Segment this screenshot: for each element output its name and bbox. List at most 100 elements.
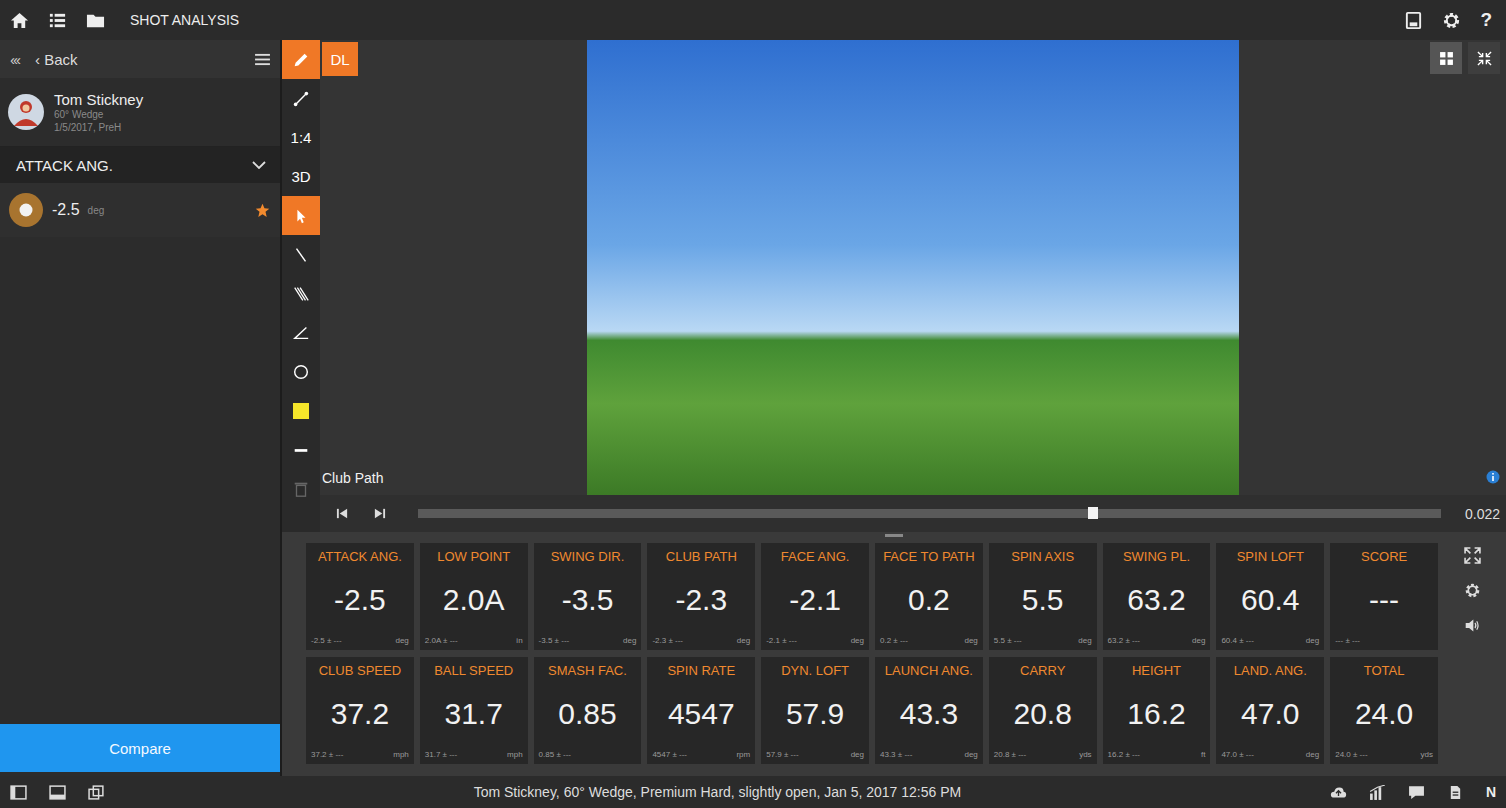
tool-button[interactable]	[282, 274, 320, 313]
resize-grip[interactable]	[885, 534, 903, 537]
menu-icon[interactable]	[255, 53, 270, 66]
tool-button[interactable]	[282, 313, 320, 352]
metric-tile[interactable]: SWING DIR.-3.5-3.5 ± ---deg	[534, 543, 642, 650]
tool-button[interactable]	[282, 391, 320, 430]
page-title: SHOT ANALYSIS	[130, 12, 239, 28]
metric-value: 57.9	[766, 678, 864, 750]
comment-icon[interactable]	[1408, 785, 1425, 800]
pencil-icon	[292, 51, 310, 69]
section-label: ATTACK ANG.	[16, 157, 113, 174]
tool-button[interactable]	[282, 469, 320, 508]
dl-button[interactable]: DL	[322, 42, 358, 76]
home-icon[interactable]	[10, 11, 29, 30]
metric-unit: deg	[851, 636, 864, 645]
metric-tile[interactable]: SMASH FAC.0.850.85 ± ---	[534, 657, 642, 764]
parallel-lines-icon	[292, 285, 310, 303]
panel-toggle-icon[interactable]	[49, 785, 66, 800]
metric-tile[interactable]: CLUB PATH-2.3-2.3 ± ---deg	[647, 543, 755, 650]
metric-tile[interactable]: SCORE------ ± ---	[1330, 543, 1438, 650]
metric-tile[interactable]: SPIN LOFT60.460.4 ± ---deg	[1216, 543, 1324, 650]
shot-unit: deg	[88, 205, 247, 216]
metric-label: TOTAL	[1335, 663, 1433, 678]
tool-label: 3D	[291, 168, 310, 185]
back-button[interactable]: ‹ Back	[35, 51, 239, 68]
shot-analysis-app: SHOT ANALYSIS? ‹‹‹ ‹ Back Tom Stickney60° W…	[0, 0, 1506, 808]
metric-value: 31.7	[425, 678, 523, 750]
tool-button[interactable]	[282, 196, 320, 235]
metric-tile[interactable]: SPIN AXIS5.55.5 ± ---deg	[989, 543, 1097, 650]
metric-value: 43.3	[880, 678, 978, 750]
metric-tile[interactable]: LAND. ANG.47.047.0 ± ---deg	[1216, 657, 1324, 764]
metric-tolerance: 47.0 ± ---	[1221, 750, 1253, 759]
info-icon[interactable]	[1486, 470, 1500, 484]
gear-icon[interactable]	[1442, 11, 1461, 30]
metric-tolerance: 31.7 ± ---	[425, 750, 457, 759]
metric-tile[interactable]: CARRY20.820.8 ± ---yds	[989, 657, 1097, 764]
metric-unit: deg	[1078, 636, 1091, 645]
folder-icon[interactable]	[86, 11, 105, 30]
metric-tile[interactable]: LOW POINT2.0A2.0A ± ---in	[420, 543, 528, 650]
grid-view-button[interactable]	[1430, 42, 1462, 74]
tool-button[interactable]: 1:4	[282, 118, 320, 157]
player-card[interactable]: Tom Stickney60° Wedge1/5/2017, PreH	[0, 78, 280, 147]
star-icon[interactable]	[255, 203, 270, 218]
metric-unit: deg	[623, 636, 636, 645]
metric-tile[interactable]: ATTACK ANG.-2.5-2.5 ± ---deg	[306, 543, 414, 650]
speaker-icon[interactable]	[1464, 617, 1481, 634]
metric-tile[interactable]: BALL SPEED31.731.7 ± ---mph	[420, 657, 528, 764]
list-icon[interactable]	[48, 11, 67, 30]
shot-item[interactable]: -2.5 deg	[0, 183, 280, 237]
tool-button[interactable]	[282, 40, 320, 79]
metric-tile[interactable]: TOTAL24.024.0 ± ---yds	[1330, 657, 1438, 764]
metric-tile[interactable]: CLUB SPEED37.237.2 ± ---mph	[306, 657, 414, 764]
metric-tile[interactable]: HEIGHT16.216.2 ± ---ft	[1103, 657, 1211, 764]
metric-grid: ATTACK ANG.-2.5-2.5 ± ---degLOW POINT2.0…	[306, 543, 1438, 768]
metric-tolerance: 5.5 ± ---	[994, 636, 1022, 645]
metric-tolerance: 4547 ± ---	[652, 750, 687, 759]
metric-unit: rpm	[736, 750, 750, 759]
notes-icon[interactable]	[1404, 11, 1423, 30]
metric-label: ATTACK ANG.	[311, 549, 409, 564]
metric-value: 5.5	[994, 564, 1092, 636]
metric-tolerance: -3.5 ± ---	[539, 636, 570, 645]
metric-tile[interactable]: LAUNCH ANG.43.343.3 ± ---deg	[875, 657, 983, 764]
timeline-track[interactable]	[418, 509, 1441, 518]
sidebar-toggle-icon[interactable]	[10, 785, 27, 800]
tool-button[interactable]	[282, 352, 320, 391]
tool-column: 1:4 3D	[282, 40, 320, 532]
collapse-view-button[interactable]	[1468, 42, 1500, 74]
status-badge[interactable]: N	[1486, 784, 1496, 800]
help-button[interactable]: ?	[1480, 9, 1496, 31]
metric-tile[interactable]: FACE TO PATH0.20.2 ± ---deg	[875, 543, 983, 650]
compare-button[interactable]: Compare	[0, 724, 280, 772]
tool-button[interactable]	[282, 430, 320, 469]
chart-icon[interactable]	[1369, 785, 1386, 800]
metric-tolerance: -2.3 ± ---	[652, 636, 683, 645]
playhead[interactable]	[1088, 507, 1098, 519]
tool-button[interactable]: 3D	[282, 157, 320, 196]
section-header[interactable]: ATTACK ANG.	[0, 147, 280, 183]
overlay-label: Club Path	[322, 470, 383, 486]
tool-label: 1:4	[291, 129, 312, 146]
windows-icon[interactable]	[88, 785, 105, 800]
player-club: 60° Wedge	[54, 108, 143, 121]
metric-tile[interactable]: SPIN RATE45474547 ± ---rpm	[647, 657, 755, 764]
viewer: 1:43D0.022DLClub Path	[282, 40, 1506, 532]
expand-icon[interactable]	[1464, 547, 1481, 564]
step-forward-icon[interactable]	[373, 507, 386, 520]
cloud-upload-icon[interactable]	[1330, 785, 1347, 800]
collapse-button[interactable]: ‹‹‹	[10, 51, 19, 68]
metric-tile[interactable]: SWING PL.63.263.2 ± ---deg	[1103, 543, 1211, 650]
metric-label: CLUB PATH	[652, 549, 750, 564]
gear-icon[interactable]	[1464, 582, 1481, 599]
metric-tile[interactable]: DYN. LOFT57.957.9 ± ---deg	[761, 657, 869, 764]
tool-button[interactable]	[282, 79, 320, 118]
player-session: 1/5/2017, PreH	[54, 121, 143, 134]
document-icon[interactable]	[1447, 785, 1464, 800]
metric-label: HEIGHT	[1108, 663, 1206, 678]
tool-button[interactable]	[282, 235, 320, 274]
metric-tile[interactable]: FACE ANG.-2.1-2.1 ± ---deg	[761, 543, 869, 650]
shot-value: -2.5	[52, 201, 80, 219]
back-row: ‹‹‹ ‹ Back	[0, 40, 280, 78]
skip-back-icon[interactable]	[336, 507, 349, 520]
